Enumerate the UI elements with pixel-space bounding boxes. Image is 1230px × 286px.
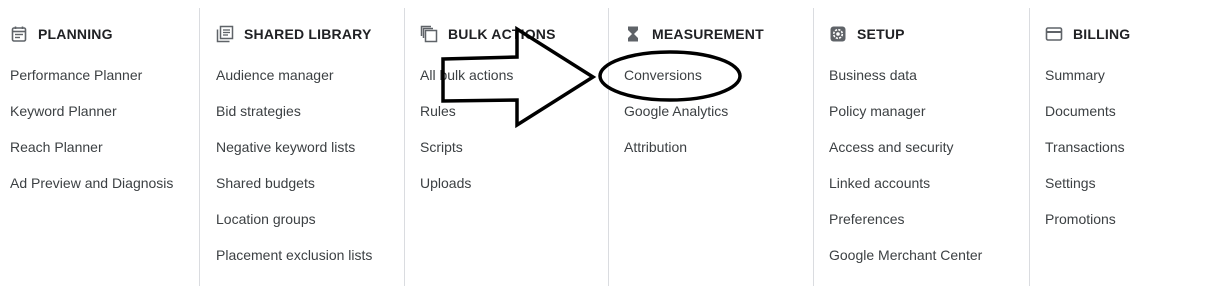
menu-item-negative-keyword-lists[interactable]: Negative keyword lists	[216, 136, 372, 172]
column-header-bulk-actions: BULK ACTIONS	[420, 25, 556, 43]
column-header-measurement: MEASUREMENT	[624, 25, 764, 43]
column-shared-library: SHARED LIBRARY Audience manager Bid stra…	[199, 8, 405, 286]
menu-item-google-merchant-center[interactable]: Google Merchant Center	[829, 244, 982, 280]
menu-item-conversions[interactable]: Conversions	[624, 64, 728, 100]
menu-item-attribution[interactable]: Attribution	[624, 136, 728, 172]
menu-item-documents[interactable]: Documents	[1045, 100, 1125, 136]
column-items: Business data Policy manager Access and …	[829, 64, 982, 280]
column-header-shared-library: SHARED LIBRARY	[216, 25, 372, 43]
menu-item-settings[interactable]: Settings	[1045, 172, 1125, 208]
menu-item-linked-accounts[interactable]: Linked accounts	[829, 172, 982, 208]
menu-item-promotions[interactable]: Promotions	[1045, 208, 1125, 244]
column-title: MEASUREMENT	[652, 26, 764, 42]
menu-item-reach-planner[interactable]: Reach Planner	[10, 136, 173, 172]
menu-item-performance-planner[interactable]: Performance Planner	[10, 64, 173, 100]
menu-item-audience-manager[interactable]: Audience manager	[216, 64, 372, 100]
credit-card-icon	[1045, 25, 1063, 43]
menu-item-summary[interactable]: Summary	[1045, 64, 1125, 100]
menu-item-keyword-planner[interactable]: Keyword Planner	[10, 100, 173, 136]
column-measurement: MEASUREMENT Conversions Google Analytics…	[608, 8, 814, 286]
column-header-setup: SETUP	[829, 25, 905, 43]
menu-item-shared-budgets[interactable]: Shared budgets	[216, 172, 372, 208]
menu-item-rules[interactable]: Rules	[420, 100, 513, 136]
menu-item-policy-manager[interactable]: Policy manager	[829, 100, 982, 136]
column-items: All bulk actions Rules Scripts Uploads	[420, 64, 513, 208]
column-header-billing: BILLING	[1045, 25, 1130, 43]
column-items: Conversions Google Analytics Attribution	[624, 64, 728, 172]
column-title: SETUP	[857, 26, 905, 42]
calendar-icon	[10, 25, 28, 43]
menu-item-bid-strategies[interactable]: Bid strategies	[216, 100, 372, 136]
menu-item-preferences[interactable]: Preferences	[829, 208, 982, 244]
column-title: BULK ACTIONS	[448, 26, 556, 42]
column-planning: PLANNING Performance Planner Keyword Pla…	[0, 8, 199, 286]
menu-item-google-analytics[interactable]: Google Analytics	[624, 100, 728, 136]
column-header-planning: PLANNING	[10, 25, 113, 43]
column-title: BILLING	[1073, 26, 1131, 42]
column-items: Summary Documents Transactions Settings …	[1045, 64, 1125, 244]
menu-item-transactions[interactable]: Transactions	[1045, 136, 1125, 172]
column-items: Audience manager Bid strategies Negative…	[216, 64, 372, 280]
tools-menu: PLANNING Performance Planner Keyword Pla…	[0, 0, 1230, 286]
menu-item-access-and-security[interactable]: Access and security	[829, 136, 982, 172]
menu-item-placement-exclusion-lists[interactable]: Placement exclusion lists	[216, 244, 372, 280]
hourglass-icon	[624, 25, 642, 43]
column-title: SHARED LIBRARY	[244, 26, 372, 42]
column-items: Performance Planner Keyword Planner Reac…	[10, 64, 173, 208]
column-title: PLANNING	[38, 26, 113, 42]
column-billing: BILLING Summary Documents Transactions S…	[1029, 8, 1230, 286]
library-icon	[216, 25, 234, 43]
menu-item-business-data[interactable]: Business data	[829, 64, 982, 100]
menu-item-uploads[interactable]: Uploads	[420, 172, 513, 208]
gear-icon	[829, 25, 847, 43]
copy-icon	[420, 25, 438, 43]
menu-item-all-bulk-actions[interactable]: All bulk actions	[420, 64, 513, 100]
menu-item-scripts[interactable]: Scripts	[420, 136, 513, 172]
menu-item-ad-preview[interactable]: Ad Preview and Diagnosis	[10, 172, 173, 208]
column-bulk-actions: BULK ACTIONS All bulk actions Rules Scri…	[404, 8, 609, 286]
column-setup: SETUP Business data Policy manager Acces…	[813, 8, 1030, 286]
menu-item-location-groups[interactable]: Location groups	[216, 208, 372, 244]
